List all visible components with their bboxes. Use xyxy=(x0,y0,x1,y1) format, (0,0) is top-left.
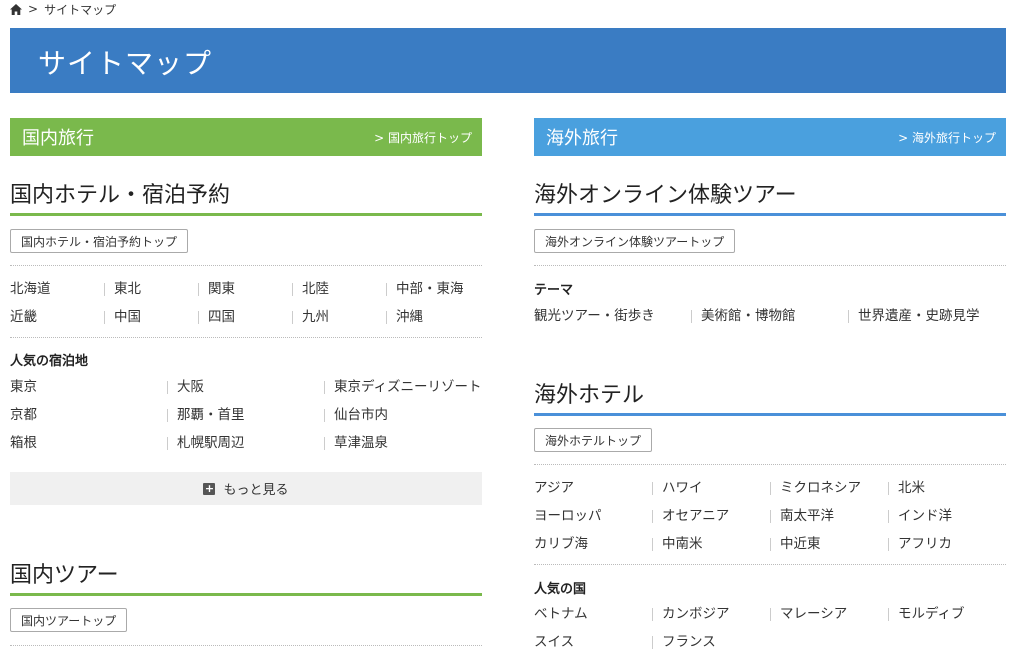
region-link[interactable]: カリブ海 xyxy=(534,530,652,558)
region-link[interactable]: 沖縄 xyxy=(386,303,482,331)
region-link[interactable]: 東北 xyxy=(104,275,198,303)
region-link[interactable]: 中部・東海 xyxy=(386,275,482,303)
theme-heading: テーマ xyxy=(534,283,574,298)
region-link[interactable]: 九州 xyxy=(292,303,386,331)
popular-destination-link[interactable]: 草津温泉 xyxy=(324,429,482,457)
theme-link[interactable]: 世界遺産・史跡見学 xyxy=(848,302,1006,330)
domestic-travel-bar: 国内旅行 > 国内旅行トップ xyxy=(10,118,482,156)
overseas-hotel-rule xyxy=(534,413,1006,416)
online-tour-heading: 海外オンライン体験ツアー xyxy=(534,183,797,208)
popular-stay-heading: 人気の宿泊地 xyxy=(10,354,89,369)
country-link[interactable]: マレーシア xyxy=(770,600,888,628)
domestic-hotel-rule xyxy=(10,213,482,216)
region-link[interactable]: ハワイ xyxy=(652,474,770,502)
region-link[interactable]: 南太平洋 xyxy=(770,502,888,530)
popular-stay-list: 東京 大阪 東京ディズニーリゾート京都 那覇・首里 仙台市内箱根 札幌駅周辺 草津温泉 xyxy=(10,373,482,457)
domestic-tour-top-button[interactable]: 国内ツアートップ xyxy=(10,608,128,632)
popular-destination-link[interactable]: 仙台市内 xyxy=(324,401,482,429)
region-link[interactable]: 北陸 xyxy=(292,275,386,303)
domestic-travel-top-link[interactable]: > 国内旅行トップ xyxy=(374,129,472,146)
domestic-tour-heading: 国内ツアー xyxy=(10,563,119,588)
divider xyxy=(10,265,482,266)
online-tour-top-button[interactable]: 海外オンライン体験ツアートップ xyxy=(534,229,736,253)
theme-list: 観光ツアー・街歩き 美術館・博物館 世界遺産・史跡見学 xyxy=(534,302,1006,330)
popular-destination-link[interactable]: 東京 xyxy=(10,373,167,401)
breadcrumb-current: サイトマップ xyxy=(44,2,117,17)
region-link[interactable]: 中近東 xyxy=(770,530,888,558)
popular-destination-link[interactable]: 箱根 xyxy=(10,429,167,457)
popular-destination-link[interactable]: 那覇・首里 xyxy=(167,401,324,429)
popular-destination-link[interactable]: 京都 xyxy=(10,401,167,429)
overseas-hotel-top-button[interactable]: 海外ホテルトップ xyxy=(534,428,653,452)
divider xyxy=(534,265,1006,266)
breadcrumb-separator: > xyxy=(28,2,39,16)
region-link[interactable]: ミクロネシア xyxy=(770,474,888,502)
region-link[interactable]: 中国 xyxy=(104,303,198,331)
popular-destination-link[interactable]: 札幌駅周辺 xyxy=(167,429,324,457)
popular-destination-link[interactable]: 大阪 xyxy=(167,373,324,401)
overseas-travel-title: 海外旅行 xyxy=(546,128,618,149)
overseas-travel-top-link[interactable]: > 海外旅行トップ xyxy=(898,129,996,146)
divider xyxy=(10,337,482,338)
overseas-region-list: アジア ハワイ ミクロネシア 北米ヨーロッパ オセアニア 南太平洋 インド洋カリブ海 中南米中… xyxy=(534,474,1006,558)
domestic-travel-title: 国内旅行 xyxy=(22,128,94,149)
breadcrumb: > サイトマップ xyxy=(10,0,116,18)
theme-link[interactable]: 美術館・博物館 xyxy=(691,302,848,330)
plus-icon: + xyxy=(203,481,216,495)
domestic-tour-rule xyxy=(10,593,482,596)
domestic-hotel-top-button[interactable]: 国内ホテル・宿泊予約トップ xyxy=(10,229,189,253)
show-more-label: もっと見る xyxy=(223,483,289,498)
region-link[interactable]: アフリカ xyxy=(888,530,1006,558)
region-link[interactable]: オセアニア xyxy=(652,502,770,530)
region-link[interactable]: 関東 xyxy=(198,275,292,303)
show-more-button[interactable]: + もっと見る xyxy=(10,472,482,505)
country-link[interactable]: ベトナム xyxy=(534,600,652,628)
theme-link[interactable]: 観光ツアー・街歩き xyxy=(534,302,691,330)
domestic-region-list: 北海道 東北 関東 北陸 中部・東海近畿 中国 四国 九州 沖縄 xyxy=(10,275,482,331)
region-link[interactable]: 北米 xyxy=(888,474,1006,502)
online-tour-rule xyxy=(534,213,1006,216)
country-link[interactable]: スイス xyxy=(534,628,652,656)
region-link[interactable]: 近畿 xyxy=(10,303,104,331)
home-icon[interactable] xyxy=(10,3,22,15)
region-link[interactable]: 北海道 xyxy=(10,275,104,303)
region-link[interactable]: インド洋 xyxy=(888,502,1006,530)
popular-destination-link[interactable]: 東京ディズニーリゾート xyxy=(324,373,482,401)
region-link[interactable]: 四国 xyxy=(198,303,292,331)
country-link[interactable]: カンボジア xyxy=(652,600,770,628)
page-title: サイトマップ xyxy=(38,47,213,80)
overseas-hotel-heading: 海外ホテル xyxy=(534,383,645,408)
overseas-travel-bar: 海外旅行 > 海外旅行トップ xyxy=(534,118,1006,156)
domestic-hotel-heading: 国内ホテル・宿泊予約 xyxy=(10,183,231,208)
popular-country-heading: 人気の国 xyxy=(534,582,587,597)
region-link[interactable]: 中南米 xyxy=(652,530,770,558)
country-link[interactable]: フランス xyxy=(652,628,770,656)
region-link[interactable]: アジア xyxy=(534,474,652,502)
country-link[interactable]: モルディブ xyxy=(888,600,1006,628)
region-link[interactable]: ヨーロッパ xyxy=(534,502,652,530)
page-header: サイトマップ xyxy=(10,28,1006,93)
divider xyxy=(10,645,482,646)
divider xyxy=(534,464,1006,465)
divider xyxy=(534,564,1006,565)
popular-country-list: ベトナム カンボジア マレーシア モルディブスイス フランス xyxy=(534,600,1006,656)
